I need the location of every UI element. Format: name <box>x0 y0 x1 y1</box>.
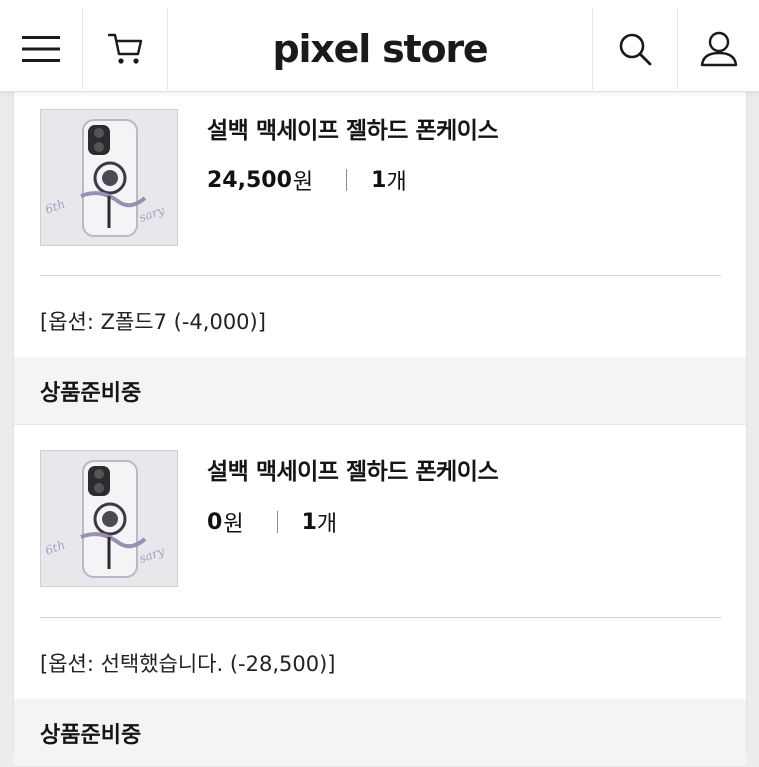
menu-icon <box>22 36 60 62</box>
quantity-amount: 1 <box>371 167 387 193</box>
cart-icon <box>107 33 142 64</box>
price-quantity-line: 24,500 원 1개 <box>207 164 407 196</box>
quantity-amount: 1 <box>301 509 317 535</box>
user-button[interactable] <box>677 8 759 90</box>
price-quantity-divider <box>276 511 278 533</box>
user-icon <box>700 31 737 67</box>
product-name[interactable]: 설백 맥세이프 젤하드 폰케이스 <box>207 452 499 486</box>
order-item: 6th sary 설백 맥세이프 젤하드 폰케이스 0원 1개 [옵션: 선택했… <box>14 426 746 699</box>
price-amount: 24,500 <box>207 167 292 193</box>
price-quantity-line: 0원 1개 <box>207 506 337 538</box>
product-name[interactable]: 설백 맥세이프 젤하드 폰케이스 <box>207 111 499 145</box>
search-icon <box>619 33 652 66</box>
phone-case-image: 6th sary <box>41 451 177 586</box>
order-status-bar: 상품준비중 <box>14 699 746 767</box>
menu-button[interactable] <box>0 8 83 90</box>
price-unit: 원 <box>223 512 244 537</box>
phone-case-image: 6th sary <box>41 110 177 245</box>
order-list-panel: 6th sary 설백 맥세이프 젤하드 폰케이스 24,500 원 1개 [옵션… <box>13 92 747 767</box>
search-button[interactable] <box>592 8 677 90</box>
cart-button[interactable] <box>84 8 168 90</box>
order-status-label: 상품준비중 <box>40 381 142 406</box>
item-divider <box>40 275 721 276</box>
top-header: pixel store <box>0 0 759 92</box>
product-thumbnail[interactable]: 6th sary <box>40 450 178 587</box>
product-thumbnail[interactable]: 6th sary <box>40 109 178 246</box>
option-text: [옵션: Z폴드7 (-4,000)] <box>40 310 266 334</box>
price-amount: 0 <box>207 509 223 535</box>
order-status-bar: 상품준비중 <box>14 357 746 425</box>
price-quantity-divider <box>346 169 348 191</box>
item-divider <box>40 617 721 618</box>
quantity-unit: 개 <box>386 170 407 195</box>
store-logo[interactable]: pixel store <box>169 8 591 90</box>
quantity-unit: 개 <box>316 512 338 537</box>
price-unit: 원 <box>292 170 314 195</box>
option-text: [옵션: 선택했습니다. (-28,500)] <box>40 652 336 676</box>
order-item: 6th sary 설백 맥세이프 젤하드 폰케이스 24,500 원 1개 [옵션… <box>14 92 746 357</box>
order-status-label: 상품준비중 <box>40 723 142 748</box>
